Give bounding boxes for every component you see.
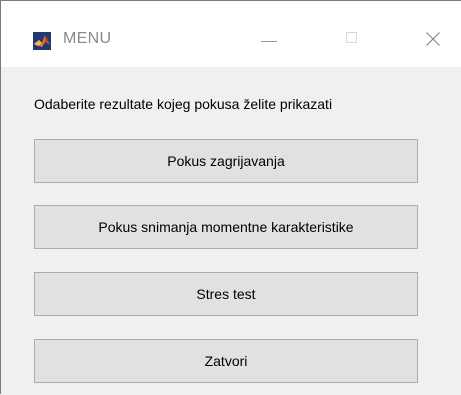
- stress-test-button[interactable]: Stres test: [34, 272, 418, 316]
- close-button[interactable]: [413, 26, 453, 54]
- maximize-icon: [346, 32, 357, 43]
- title-bar[interactable]: MENU: [1, 1, 461, 67]
- close-menu-button[interactable]: Zatvori: [34, 339, 418, 383]
- torque-characteristic-test-button[interactable]: Pokus snimanja momentne karakteristike: [34, 205, 418, 249]
- minimize-icon: [261, 41, 277, 42]
- prompt-label: Odaberite rezultate kojeg pokusa želite …: [34, 96, 333, 112]
- matlab-icon: [33, 32, 51, 50]
- menu-window: MENU Odaberite rezultate kojeg pokusa že…: [0, 0, 461, 394]
- window-title: MENU: [63, 30, 112, 47]
- menu-content: Odaberite rezultate kojeg pokusa želite …: [1, 67, 461, 395]
- minimize-button[interactable]: [249, 26, 289, 54]
- heating-test-button[interactable]: Pokus zagrijavanja: [34, 139, 418, 183]
- maximize-button[interactable]: [333, 26, 373, 54]
